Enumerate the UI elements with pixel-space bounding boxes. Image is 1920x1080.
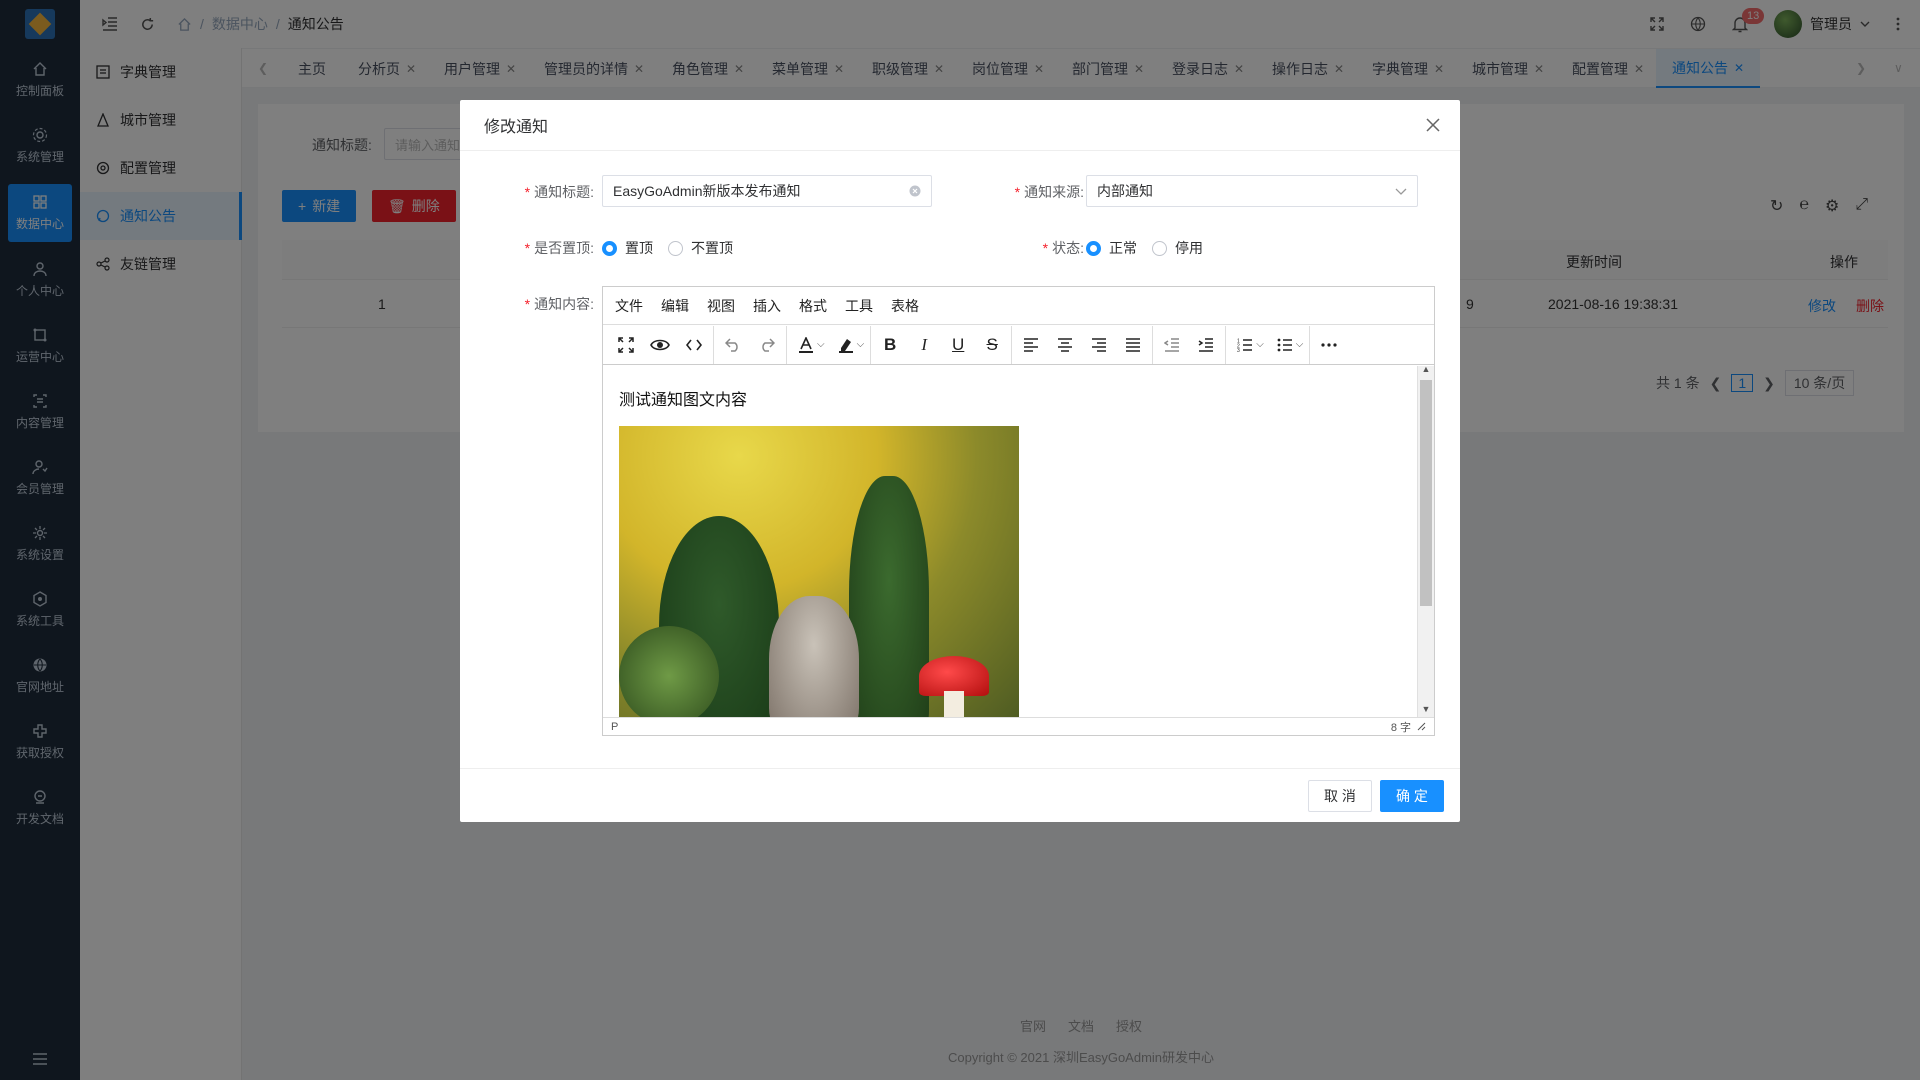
code-icon[interactable]	[677, 329, 711, 361]
radio-unchecked-icon	[1152, 240, 1167, 256]
scroll-down-icon[interactable]: ▼	[1418, 704, 1434, 718]
editor-content[interactable]: 测试通知图文内容	[603, 366, 1416, 718]
chevron-down-icon[interactable]: ⌵	[817, 339, 825, 350]
align-justify-icon[interactable]	[1116, 329, 1150, 361]
chevron-down-icon[interactable]: ⌵	[857, 339, 865, 350]
fullscreen-icon[interactable]	[609, 329, 643, 361]
label-text: 是否置顶:	[534, 240, 594, 256]
outdent-icon[interactable]	[1155, 329, 1189, 361]
close-button[interactable]	[1426, 118, 1440, 132]
edit-notice-dialog: 修改通知 * 通知标题: EasyGoAdmin新版本发布通知 * 通知来源: 内部…	[460, 100, 1460, 822]
underline-icon[interactable]: U	[941, 329, 975, 361]
toolbar-divider	[1152, 325, 1154, 364]
label-text: 状态:	[1052, 240, 1084, 256]
align-center-icon[interactable]	[1048, 329, 1082, 361]
toolbar-divider	[1225, 325, 1227, 364]
status-radio-normal[interactable]: 正常	[1086, 238, 1137, 258]
rich-text-editor: 文件 编辑 视图 插入 格式 工具 表格 ⌵ ⌵ B I U S 1 2 3 ⌵…	[602, 286, 1435, 736]
align-right-icon[interactable]	[1082, 329, 1116, 361]
more-icon[interactable]	[1312, 329, 1346, 361]
pin-radio-yes[interactable]: 置顶	[602, 238, 653, 258]
align-left-icon[interactable]	[1014, 329, 1048, 361]
editor-paragraph: 测试通知图文内容	[619, 392, 748, 409]
element-path[interactable]: P	[611, 721, 618, 733]
title-field-label: * 通知标题:	[524, 184, 594, 200]
redo-icon[interactable]	[750, 329, 784, 361]
confirm-button[interactable]: 确 定	[1380, 780, 1444, 812]
radio-label: 正常	[1109, 240, 1137, 256]
source-field-label: * 通知来源:	[1014, 184, 1084, 200]
editor-menu-table[interactable]: 表格	[891, 296, 919, 316]
resize-handle-icon[interactable]	[1417, 722, 1426, 731]
label-text: 通知内容:	[534, 296, 594, 312]
strikethrough-icon[interactable]: S	[975, 329, 1009, 361]
editor-statusbar: P 8 字	[603, 717, 1434, 735]
source-select-value: 内部通知	[1097, 183, 1153, 199]
radio-unchecked-icon	[668, 240, 683, 256]
undo-icon[interactable]	[716, 329, 750, 361]
status-field-label: * 状态:	[1042, 240, 1084, 256]
word-count: 8 字	[1390, 721, 1411, 734]
editor-menu-file[interactable]: 文件	[615, 296, 643, 316]
clear-icon[interactable]	[909, 185, 921, 197]
editor-scrollbar[interactable]: ▲ ▼	[1417, 364, 1434, 718]
toolbar-divider	[1309, 325, 1311, 364]
close-icon	[1426, 118, 1440, 132]
italic-icon[interactable]: I	[907, 329, 941, 361]
pin-field-label: * 是否置顶:	[524, 240, 594, 256]
radio-checked-icon	[602, 240, 617, 256]
pin-radio-no[interactable]: 不置顶	[668, 238, 733, 258]
editor-menu-format[interactable]: 格式	[799, 296, 827, 316]
toolbar-divider	[1011, 325, 1013, 364]
editor-menubar: 文件 编辑 视图 插入 格式 工具 表格	[603, 287, 1434, 325]
editor-menu-tools[interactable]: 工具	[845, 296, 873, 316]
chevron-down-icon[interactable]: ⌵	[1296, 339, 1304, 350]
scroll-up-icon[interactable]: ▲	[1418, 364, 1434, 378]
label-text: 通知来源:	[1024, 184, 1084, 200]
title-input[interactable]: EasyGoAdmin新版本发布通知	[602, 175, 932, 207]
title-input-value: EasyGoAdmin新版本发布通知	[613, 183, 801, 199]
preview-icon[interactable]	[643, 329, 677, 361]
editor-toolbar: ⌵ ⌵ B I U S 123 ⌵ ⌵	[603, 325, 1434, 365]
chevron-down-icon[interactable]: ⌵	[1256, 339, 1264, 350]
scrollbar-thumb[interactable]	[1420, 380, 1432, 606]
toolbar-divider	[713, 325, 714, 364]
bold-icon[interactable]: B	[873, 329, 907, 361]
editor-menu-edit[interactable]: 编辑	[661, 296, 689, 316]
svg-text:3: 3	[1237, 348, 1240, 352]
radio-label: 停用	[1175, 240, 1203, 256]
content-field-label: * 通知内容:	[524, 296, 594, 312]
radio-checked-icon	[1086, 240, 1101, 256]
editor-menu-insert[interactable]: 插入	[753, 296, 781, 316]
radio-label: 置顶	[625, 240, 653, 256]
status-radio-disabled[interactable]: 停用	[1152, 238, 1203, 258]
toolbar-divider	[870, 325, 872, 364]
label-text: 通知标题:	[534, 184, 594, 200]
toolbar-divider	[786, 325, 787, 364]
editor-menu-view[interactable]: 视图	[707, 296, 735, 316]
dialog-footer-divider	[460, 768, 1460, 769]
source-select[interactable]: 内部通知	[1086, 175, 1418, 207]
content-image[interactable]	[619, 426, 1019, 718]
cancel-button[interactable]: 取 消	[1308, 780, 1372, 812]
dialog-title: 修改通知	[484, 119, 549, 136]
radio-label: 不置顶	[691, 240, 733, 256]
indent-icon[interactable]	[1189, 329, 1223, 361]
chevron-down-icon	[1395, 188, 1407, 195]
